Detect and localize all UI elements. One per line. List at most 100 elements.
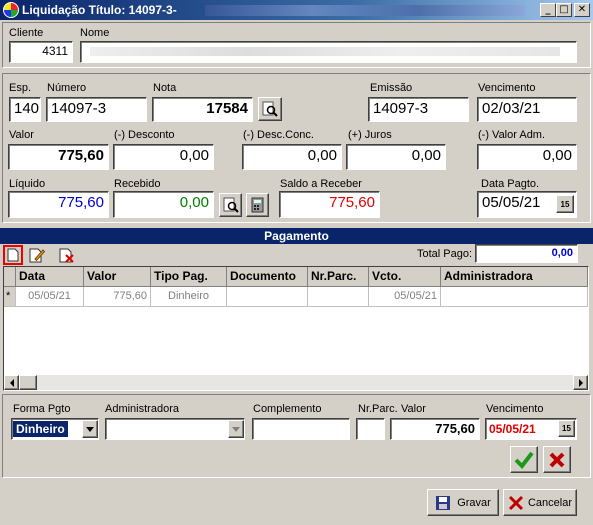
delete-icon xyxy=(59,248,74,263)
total-pago-field: 0,00 xyxy=(475,244,578,263)
col-nrparc[interactable]: Nr.Parc. xyxy=(308,267,369,287)
cliente-field[interactable]: 4311 xyxy=(9,41,73,63)
valoradm-label: (-) Valor Adm. xyxy=(478,129,546,141)
adm-dropdown-button[interactable] xyxy=(228,420,244,438)
venc-label: Vencimento xyxy=(486,403,544,415)
maximize-button[interactable]: □ xyxy=(556,3,572,17)
col-documento[interactable]: Documento xyxy=(227,267,308,287)
magnifier-icon xyxy=(262,101,278,117)
juros-field[interactable]: 0,00 xyxy=(346,144,446,170)
nota-field[interactable]: 17584 xyxy=(152,97,253,122)
redacted-nome xyxy=(90,47,560,56)
forma-dropdown-button[interactable] xyxy=(82,420,98,438)
redacted-title xyxy=(205,5,525,16)
col-vcto[interactable]: Vcto. xyxy=(369,267,441,287)
datapagto-value: 05/05/21 xyxy=(482,194,541,211)
forma-value: Dinheiro xyxy=(13,421,68,437)
calendar-icon: 15 xyxy=(562,424,571,433)
valoradm-field[interactable]: 0,00 xyxy=(477,144,577,170)
gravar-button[interactable]: Gravar xyxy=(427,489,499,516)
esp-label: Esp. xyxy=(9,82,32,94)
descconc-label: (-) Desc.Conc. xyxy=(243,129,314,141)
chevron-down-icon xyxy=(86,426,94,432)
arrow-right-icon xyxy=(578,378,583,387)
delete-payment-button[interactable] xyxy=(58,246,76,264)
calendar-icon: 15 xyxy=(560,199,570,209)
new-payment-button[interactable] xyxy=(3,245,23,265)
cell-valor[interactable]: 775,60 xyxy=(84,287,151,307)
vencimento-field[interactable]: 02/03/21 xyxy=(477,97,577,122)
venc-calendar-button[interactable]: 15 xyxy=(558,420,575,437)
numero-label: Número xyxy=(47,82,87,94)
complemento-label: Complemento xyxy=(253,403,322,415)
scroll-right-button[interactable] xyxy=(573,375,588,390)
calculator-icon xyxy=(251,197,263,213)
recebido-field[interactable]: 0,00 xyxy=(113,191,214,218)
esp-field[interactable]: 140 xyxy=(9,97,41,122)
cancel-icon xyxy=(508,495,524,510)
scroll-thumb[interactable] xyxy=(19,375,37,390)
emissao-label: Emissão xyxy=(370,82,413,94)
scroll-left-button[interactable] xyxy=(4,375,19,390)
valor-label: Valor xyxy=(9,129,34,141)
complemento-field[interactable] xyxy=(252,418,350,440)
edit-payment-button[interactable] xyxy=(28,246,46,264)
numero-field[interactable]: 14097-3 xyxy=(46,97,147,122)
desconto-label: (-) Desconto xyxy=(114,129,175,141)
col-tipo[interactable]: Tipo Pag. xyxy=(151,267,227,287)
col-valor[interactable]: Valor xyxy=(84,267,151,287)
close-window-button[interactable]: ✕ xyxy=(574,3,590,17)
desconto-field[interactable]: 0,00 xyxy=(113,144,214,170)
minimize-button[interactable]: _ xyxy=(540,3,556,17)
cancelar-button[interactable]: Cancelar xyxy=(503,489,577,516)
new-document-icon xyxy=(7,248,19,262)
row-indicator: * xyxy=(4,287,16,307)
adm-select[interactable] xyxy=(105,418,245,440)
magnifier-icon xyxy=(223,197,239,213)
emissao-field[interactable]: 14097-3 xyxy=(368,97,469,122)
descconc-field[interactable]: 0,00 xyxy=(242,144,342,170)
valor-field[interactable]: 775,60 xyxy=(8,144,109,170)
discard-button[interactable] xyxy=(543,446,571,473)
forma-label: Forma Pgto xyxy=(13,403,71,415)
col-data[interactable]: Data xyxy=(16,267,84,287)
total-pago-label: Total Pago: xyxy=(417,248,473,260)
x-icon xyxy=(549,452,565,467)
nrparc-label: Nr.Parc. xyxy=(358,403,398,415)
juros-label: (+) Juros xyxy=(348,129,392,141)
saldo-field[interactable]: 775,60 xyxy=(279,191,380,218)
form-valor-field[interactable]: 775,60 xyxy=(390,418,480,440)
cell-nrparc[interactable] xyxy=(308,287,369,307)
nome-label: Nome xyxy=(80,27,110,39)
nota-label: Nota xyxy=(153,82,177,94)
grid-indicator-header xyxy=(4,267,16,287)
cancelar-label: Cancelar xyxy=(527,496,573,509)
check-icon xyxy=(514,451,534,469)
save-icon xyxy=(436,495,451,510)
calculator-button[interactable] xyxy=(246,193,269,217)
cell-vcto[interactable]: 05/05/21 xyxy=(369,287,441,307)
app-icon xyxy=(3,2,19,18)
recebido-label: Recebido xyxy=(114,178,161,190)
cell-data[interactable]: 05/05/21 xyxy=(16,287,84,307)
cell-documento[interactable] xyxy=(227,287,308,307)
datapagto-calendar-button[interactable]: 15 xyxy=(556,195,574,213)
saldo-label: Saldo a Receber xyxy=(280,178,362,190)
pagamento-header: Pagamento xyxy=(0,228,593,244)
search-nota-button[interactable] xyxy=(258,97,282,121)
window-title: Liquidação Título: 14097-3- xyxy=(22,3,177,17)
nrparc-field[interactable] xyxy=(356,418,385,440)
search-recebido-button[interactable] xyxy=(219,193,242,217)
cliente-label: Cliente xyxy=(9,27,44,39)
liquido-label: Líquido xyxy=(9,178,46,190)
liquido-field[interactable]: 775,60 xyxy=(8,191,109,218)
gravar-label: Gravar xyxy=(457,496,491,509)
venc-value: 05/05/21 xyxy=(489,422,536,436)
horizontal-scrollbar[interactable] xyxy=(4,375,588,390)
edit-icon xyxy=(29,248,45,263)
col-administradora[interactable]: Administradora xyxy=(441,267,588,287)
cell-tipo[interactable]: Dinheiro xyxy=(151,287,227,307)
confirm-button[interactable] xyxy=(510,446,538,473)
datapagto-label: Data Pagto. xyxy=(481,178,540,190)
cell-administradora[interactable] xyxy=(441,287,588,307)
